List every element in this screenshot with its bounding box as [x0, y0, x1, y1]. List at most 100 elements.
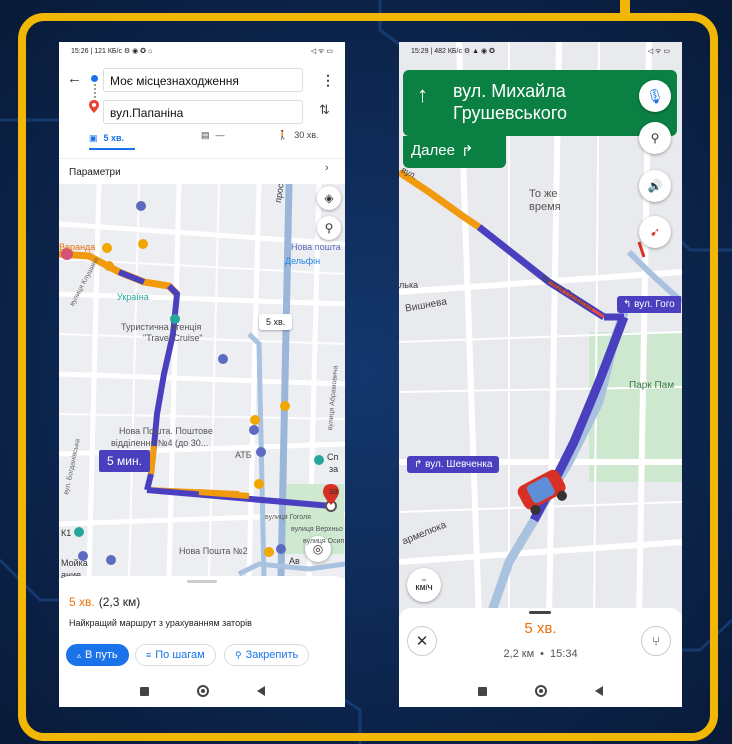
recents-icon[interactable]	[478, 686, 487, 696]
swap-icon[interactable]: ⇅	[319, 102, 330, 118]
map-label: лька	[399, 280, 419, 290]
map-label: відділення №4 (до 30...	[111, 438, 209, 448]
home-icon[interactable]	[535, 685, 547, 697]
next-turn-callout[interactable]: ↰ вул. Гого	[617, 296, 681, 313]
destination-pin-icon	[89, 100, 99, 113]
map-label: вулиця Осип	[303, 538, 345, 545]
chevron-right-icon[interactable]: ›	[325, 162, 329, 174]
origin-input[interactable]: Моє місцезнаходження	[103, 68, 303, 92]
turn-left-icon: ↰	[623, 299, 632, 310]
street-name: вул. Михайла Грушевського	[453, 80, 567, 124]
sheet-handle[interactable]	[187, 580, 217, 583]
map-label: Туристична агенція	[121, 322, 202, 332]
summary-time: 5 хв.	[69, 595, 95, 609]
home-icon[interactable]	[196, 685, 209, 697]
eta-time: 5 хв.	[524, 620, 557, 637]
status-bar: 15:26 | 121 КБ/с ⚙ ◉ ✪ ⌂ ◁ ᯤ ▭	[59, 42, 345, 60]
back-icon[interactable]	[256, 686, 265, 696]
map-label: за	[329, 486, 339, 496]
map-label: АТБ	[235, 450, 252, 460]
car-icon	[517, 469, 567, 515]
eta-distance: 2,2 км	[503, 648, 535, 660]
straight-arrow-icon: ↑	[417, 82, 428, 107]
turn-shevchenka-label: вул. Шевченка	[425, 459, 493, 470]
origin-dot-icon	[91, 75, 98, 82]
same-time-line1: То же	[529, 188, 558, 200]
android-nav-bar	[399, 678, 682, 704]
turn-shevchenka-callout[interactable]: ↱ вул. Шевченка	[407, 456, 500, 473]
route-map[interactable]: ◈ ⚲ ◎ проспект С Нова пошта Дельфін Вера…	[59, 184, 345, 578]
compass-icon[interactable]: ➹	[639, 216, 671, 248]
more-icon[interactable]: ⋮	[321, 72, 335, 89]
params-row[interactable]: Параметри	[59, 158, 345, 182]
then-banner[interactable]: Далее ↱	[403, 136, 506, 168]
map-label: Веранда	[59, 242, 96, 252]
params-label: Параметри	[69, 167, 121, 178]
street-line2: Грушевського	[453, 103, 568, 123]
map-label: вулиця Верхньо	[291, 526, 343, 533]
same-time-label: То же время	[529, 188, 561, 214]
search-icon[interactable]: ⚲	[639, 122, 671, 154]
back-arrow-icon[interactable]: ←	[67, 70, 82, 87]
same-time-line2: время	[529, 201, 561, 213]
then-label: Далее	[411, 142, 455, 159]
turn-right-icon: ↱	[414, 459, 423, 470]
steps-label: По шагам	[155, 649, 205, 661]
frame-notch	[620, 0, 630, 14]
mode-transit[interactable]: ▤ —	[201, 130, 225, 141]
map-label: Сп	[327, 452, 339, 462]
map-label: Ав	[289, 556, 300, 566]
sheet-handle[interactable]	[529, 611, 551, 614]
pin-label: Закрепить	[245, 649, 299, 661]
speed-value: --	[421, 577, 427, 584]
search-map-icon[interactable]: ⚲	[317, 216, 341, 240]
go-label: В путь	[85, 649, 118, 661]
mode-car[interactable]: ▣ 5 хв.	[89, 128, 149, 148]
steps-button[interactable]: ≡ По шагам	[135, 644, 216, 666]
car-time: 5 хв.	[103, 133, 125, 143]
eta-separator: •	[540, 648, 545, 660]
walk-icon: 🚶	[277, 130, 289, 140]
maneuver-banner[interactable]: ↑ вул. Михайла Грушевського	[403, 70, 677, 136]
map-label: вулиця Гоголя	[265, 514, 311, 521]
bus-icon: ▤	[201, 130, 210, 140]
map-label: Україна	[117, 292, 149, 302]
route-summary-sheet: 5 хв. (2,3 км) Найкращий маршрут з ураху…	[59, 576, 345, 707]
list-icon: ≡	[146, 650, 152, 660]
map-label: "Travel Cruise"	[143, 333, 203, 343]
map-label: Мойка	[61, 558, 88, 568]
route-options-icon[interactable]: ⑂	[641, 626, 671, 656]
recents-icon[interactable]	[139, 686, 149, 696]
summary-distance: (2,3 км)	[98, 595, 141, 609]
map-label: К1	[61, 528, 72, 538]
speedometer: -- КМ/Ч	[407, 568, 441, 602]
eta-sheet: ✕ 5 хв. 2,2 км • 15:34 ⑂	[399, 608, 682, 707]
mic-icon[interactable]: 🎙	[639, 80, 671, 112]
walk-time: 30 хв.	[294, 130, 319, 140]
map-label: Нова Пошта. Поштове	[119, 426, 213, 436]
turn-right-icon: ↱	[460, 143, 474, 160]
pin-button[interactable]: ⚲ Закрепить	[224, 644, 310, 666]
route-time-callout[interactable]: 5 мин.	[99, 450, 150, 472]
mode-walk[interactable]: 🚶 30 хв.	[277, 130, 319, 141]
status-left: 15:26 | 121 КБ/с ⚙ ◉ ✪ ⌂	[71, 48, 153, 55]
go-button[interactable]: ▵ В путь	[66, 644, 129, 666]
navigation-arrow-icon: ▵	[77, 650, 82, 660]
summary-description: Найкращий маршрут з урахуванням заторів	[69, 618, 252, 628]
left-phone-screen: 15:26 | 121 КБ/с ⚙ ◉ ✪ ⌂ ◁ ᯤ ▭ ← Моє міс…	[59, 42, 345, 707]
car-icon: ▣	[89, 132, 98, 143]
back-icon[interactable]	[595, 686, 603, 696]
volume-icon[interactable]: 🔊	[639, 170, 671, 202]
android-nav-bar	[59, 678, 345, 704]
map-label: Нова Пошта №2	[179, 546, 248, 556]
map-label: Нова пошта	[291, 242, 341, 252]
map-label: за	[329, 464, 339, 474]
alt-route-callout[interactable]: 5 хв.	[259, 314, 293, 330]
speed-unit: КМ/Ч	[415, 585, 433, 592]
map-label: Дельфін	[285, 256, 321, 266]
mode-underline	[89, 148, 135, 150]
map-label: Парк Пам	[629, 380, 675, 391]
summary-line: 5 хв. (2,3 км)	[69, 595, 140, 609]
layers-icon[interactable]: ◈	[317, 186, 341, 210]
destination-input[interactable]: вул.Папаніна	[103, 100, 303, 124]
